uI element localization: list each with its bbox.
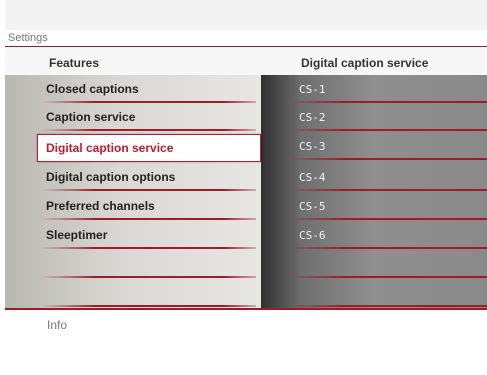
menu-item-empty: [41, 279, 256, 307]
menu-item-caption-service[interactable]: Caption service: [41, 103, 256, 131]
menu-item-preferred-channels[interactable]: Preferred channels: [41, 192, 256, 220]
column-headers: Features Digital caption service: [5, 46, 487, 75]
option-item-label: CS-3: [299, 140, 326, 153]
top-band: [5, 0, 487, 30]
menu-item-label: Digital caption service: [46, 141, 174, 155]
option-item-label: CS-2: [299, 111, 326, 124]
bottom-rule: [5, 308, 487, 310]
option-item-cs-3[interactable]: CS-3: [295, 132, 487, 160]
row-divider: [295, 218, 487, 220]
page-title: Settings: [8, 32, 48, 44]
features-header: Features: [49, 56, 100, 70]
row-divider: [295, 276, 487, 278]
option-item-empty: [295, 279, 487, 307]
row-divider: [41, 129, 256, 131]
menu-item-empty: [41, 250, 256, 278]
row-divider: [295, 189, 487, 191]
menu-item-label: Preferred channels: [46, 199, 155, 213]
menu-item-sleeptimer[interactable]: Sleeptimer: [41, 221, 256, 249]
menu-item-closed-captions[interactable]: Closed captions: [41, 75, 256, 103]
option-item-label: CS-1: [299, 83, 326, 96]
option-item-label: CS-6: [299, 229, 326, 242]
info-label: Info: [47, 318, 68, 332]
menu-panel: Closed captions Caption service Digital …: [5, 75, 487, 310]
option-item-cs-1[interactable]: CS-1: [295, 75, 487, 103]
options-header: Digital caption service: [301, 56, 429, 70]
settings-window: Settings Features Digital caption servic…: [5, 0, 487, 375]
row-divider: [41, 189, 256, 191]
option-item-cs-5[interactable]: CS-5: [295, 192, 487, 220]
option-item-label: CS-4: [299, 171, 326, 184]
row-divider: [295, 129, 487, 131]
menu-item-label: Caption service: [46, 110, 136, 124]
row-divider: [295, 247, 487, 249]
option-item-cs-4[interactable]: CS-4: [295, 163, 487, 191]
option-item-label: CS-5: [299, 200, 326, 213]
row-divider: [41, 218, 256, 220]
row-divider: [295, 158, 487, 160]
row-divider: [41, 305, 256, 307]
option-item-cs-2[interactable]: CS-2: [295, 103, 487, 131]
row-divider: [41, 247, 256, 249]
row-divider: [295, 305, 487, 307]
menu-item-label: Sleeptimer: [46, 228, 108, 242]
option-item-empty: [295, 250, 487, 278]
menu-item-digital-caption-service[interactable]: Digital caption service: [37, 134, 261, 162]
option-item-cs-6[interactable]: CS-6: [295, 221, 487, 249]
row-divider: [41, 276, 256, 278]
menu-item-digital-caption-options[interactable]: Digital caption options: [41, 163, 256, 191]
menu-item-label: Closed captions: [46, 82, 139, 96]
menu-item-label: Digital caption options: [46, 170, 176, 184]
